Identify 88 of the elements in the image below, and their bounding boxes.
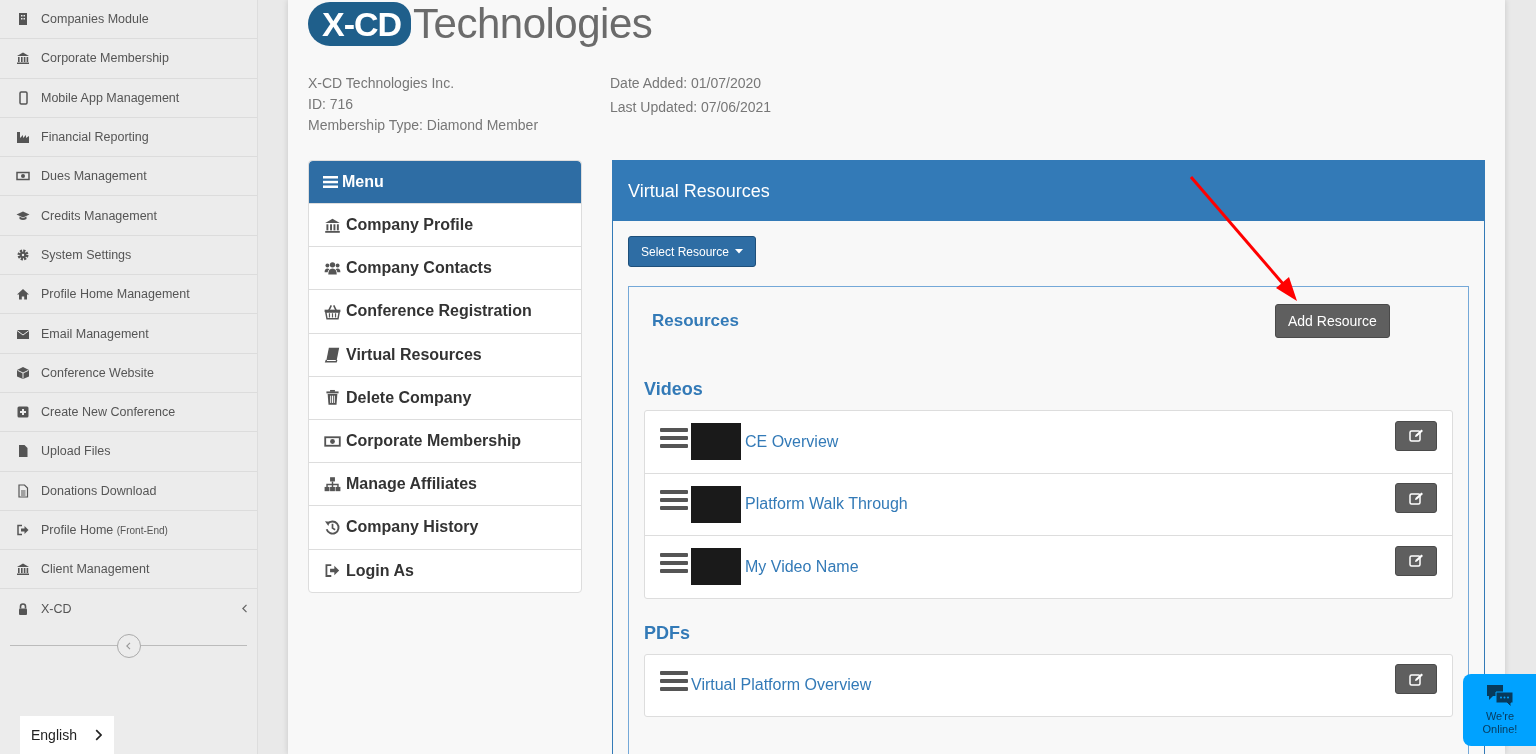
menu-item[interactable]: Conference Registration	[309, 289, 581, 333]
chart-icon	[16, 130, 30, 145]
edit-button[interactable]	[1395, 664, 1437, 695]
edit-icon	[1408, 672, 1424, 686]
sidebar-item[interactable]: Profile Home (Front-End)	[0, 510, 257, 551]
video-thumbnail	[691, 548, 741, 586]
resource-link[interactable]: Virtual Platform Overview	[691, 676, 1395, 695]
basket-icon	[324, 302, 341, 320]
menu-item[interactable]: Corporate Membership	[309, 418, 581, 463]
bank-icon	[16, 562, 30, 577]
sidebar-item[interactable]: Donations Download	[0, 471, 257, 511]
chat-icon	[1486, 684, 1514, 709]
drag-handle-icon[interactable]	[660, 670, 688, 693]
bank-icon	[324, 216, 341, 234]
cube-icon	[16, 365, 30, 380]
menu-item[interactable]: Virtual Resources	[309, 332, 581, 376]
last-updated: Last Updated: 07/06/2021	[610, 99, 772, 115]
menu-item[interactable]: Login As	[309, 548, 581, 592]
resources-title: Resources	[651, 311, 740, 331]
phone-icon	[16, 90, 30, 105]
chevron-icon	[126, 641, 131, 650]
document-icon	[16, 483, 30, 498]
logo-wordmark: Technologies	[413, 2, 653, 46]
building-icon	[16, 12, 30, 27]
book-icon	[324, 346, 341, 364]
membership-type: Membership Type: Diamond Member	[308, 117, 540, 133]
caret-icon	[735, 249, 744, 254]
sidebar-item[interactable]: Companies Module	[0, 0, 257, 40]
chevron-icon	[94, 729, 102, 741]
chat-status: We're Online!	[1481, 710, 1519, 736]
home-icon	[16, 287, 30, 302]
sidebar-item[interactable]: Create New Conference	[0, 392, 257, 433]
menu-icon	[323, 175, 338, 189]
select-resource-dropdown[interactable]: Select Resource	[628, 236, 757, 267]
resource-link[interactable]: My Video Name	[745, 557, 1395, 576]
section-heading: Videos	[644, 379, 704, 400]
plus-icon	[16, 405, 30, 420]
sidebar-item[interactable]: Client Management	[0, 550, 257, 590]
section-heading: PDFs	[644, 622, 691, 644]
resource-link[interactable]: Platform Walk Through	[745, 495, 1395, 514]
sidebar-item[interactable]: Corporate Membership	[0, 39, 257, 79]
edit-button[interactable]	[1395, 545, 1437, 576]
trash-icon	[324, 389, 341, 407]
menu-title: Menu	[342, 173, 384, 191]
edit-icon	[1408, 491, 1424, 505]
sidebar-item[interactable]: X-CD	[0, 589, 257, 628]
video-thumbnail	[691, 423, 741, 461]
sidebar-item[interactable]: Email Management	[0, 314, 257, 354]
company-name: X-CD Technologies Inc.	[308, 75, 456, 91]
drag-handle-icon[interactable]	[660, 489, 688, 512]
sidebar-item[interactable]: Mobile App Management	[0, 78, 257, 118]
date-added: Date Added: 01/07/2020	[610, 75, 763, 91]
sign-in-icon	[16, 523, 30, 537]
drag-handle-icon[interactable]	[660, 551, 688, 574]
sidebar-item[interactable]: Profile Home Management	[0, 275, 257, 315]
edit-icon	[1408, 429, 1424, 443]
sidebar-item[interactable]: Financial Reporting	[0, 117, 257, 158]
menu-item[interactable]: Delete Company	[309, 375, 581, 419]
chat-widget[interactable]: We're Online!	[1463, 674, 1536, 746]
history-icon	[324, 518, 341, 536]
sidebar-item[interactable]: Conference Website	[0, 353, 257, 393]
menu-item[interactable]: Company Contacts	[309, 246, 581, 290]
menu-item[interactable]: Manage Affiliates	[309, 462, 581, 506]
sidebar-item[interactable]: Upload Files	[0, 432, 257, 472]
add-resource-button[interactable]: Add Resource	[1275, 304, 1390, 338]
panel-title: Virtual Resources	[628, 180, 770, 202]
sitemap-icon	[324, 475, 341, 493]
edit-button[interactable]	[1395, 420, 1437, 451]
sidebar-item[interactable]: Credits Management	[0, 196, 257, 236]
file-icon	[16, 444, 30, 459]
chevron-icon	[241, 604, 247, 614]
settings-icon	[16, 247, 30, 262]
sidebar-item[interactable]: Dues Management	[0, 157, 257, 197]
edit-icon	[1408, 554, 1424, 568]
menu-item[interactable]: Company Profile	[309, 203, 581, 247]
drag-handle-icon[interactable]	[660, 426, 688, 449]
company-id: ID: 716	[308, 96, 355, 112]
users-icon	[324, 259, 341, 277]
resource-link[interactable]: CE Overview	[745, 432, 1395, 451]
sidebar-item[interactable]: System Settings	[0, 235, 257, 276]
sign-in-icon	[324, 562, 341, 580]
language-button[interactable]: English	[20, 716, 114, 754]
video-thumbnail	[691, 485, 741, 523]
lock-icon	[16, 601, 30, 616]
logo-mark: X-CD	[308, 2, 412, 46]
bank-icon	[16, 51, 30, 66]
edit-button[interactable]	[1395, 483, 1437, 514]
menu-item[interactable]: Company History	[309, 505, 581, 549]
